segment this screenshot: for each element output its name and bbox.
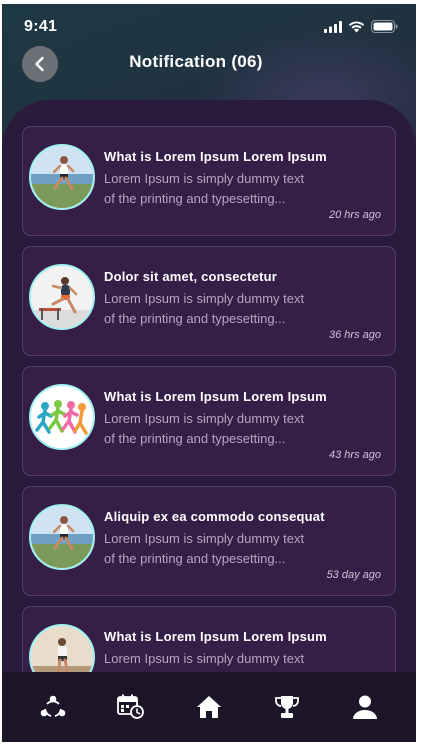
notification-list: What is Lorem Ipsum Lorem Ipsum Lorem Ip… <box>22 126 396 680</box>
notification-time: 36 hrs ago <box>329 329 381 341</box>
notification-body-line: of the printing and typesetting... <box>104 311 286 326</box>
notification-card[interactable]: What is Lorem Ipsum Lorem Ipsum Lorem Ip… <box>22 606 396 680</box>
profile-icon <box>353 695 377 719</box>
signal-icon <box>324 20 342 33</box>
calendar-schedule-icon <box>117 694 144 719</box>
notification-avatar <box>29 264 95 330</box>
page-title: Notification (06) <box>129 52 263 71</box>
notification-avatar <box>29 504 95 570</box>
nav-schedule[interactable] <box>107 683 155 731</box>
notification-card[interactable]: What is Lorem Ipsum Lorem Ipsum Lorem Ip… <box>22 126 396 236</box>
status-icons <box>324 20 398 33</box>
nav-trophy[interactable] <box>263 683 311 731</box>
runner-hurdle-image <box>31 266 93 328</box>
runner-beach-image <box>31 506 93 568</box>
notification-title: Dolor sit amet, consectetur <box>104 269 277 284</box>
home-icon <box>197 696 221 718</box>
notification-body-line: Lorem Ipsum is simply dummy text <box>104 531 305 546</box>
bottom-nav <box>2 672 416 742</box>
phone-screen: 9:41 Notification (06) What is Lorem Ips… <box>2 4 416 742</box>
notification-body-line: Lorem Ipsum is simply dummy text <box>104 291 305 306</box>
notification-title: What is Lorem Ipsum Lorem Ipsum <box>104 389 327 404</box>
community-icon <box>40 695 66 717</box>
notification-body-line: of the printing and typesetting... <box>104 431 286 446</box>
notification-title: Aliquip ex ea commodo consequat <box>104 509 325 524</box>
runners-colorful-image <box>31 386 93 448</box>
status-bar: 9:41 <box>2 4 416 44</box>
notification-card[interactable]: What is Lorem Ipsum Lorem Ipsum Lorem Ip… <box>22 366 396 476</box>
battery-icon <box>371 20 398 33</box>
notifications-sheet: What is Lorem Ipsum Lorem Ipsum Lorem Ip… <box>2 100 416 680</box>
notification-body-line: Lorem Ipsum is simply dummy text <box>104 651 305 666</box>
notification-title: What is Lorem Ipsum Lorem Ipsum <box>104 149 327 164</box>
notification-body-line: Lorem Ipsum is simply dummy text <box>104 171 305 186</box>
status-time: 9:41 <box>24 18 58 35</box>
nav-community[interactable] <box>29 683 77 731</box>
notification-body: Lorem Ipsum is simply dummy text of the … <box>104 409 344 449</box>
notification-card[interactable]: Dolor sit amet, consectetur Lorem Ipsum … <box>22 246 396 356</box>
notification-body: Lorem Ipsum is simply dummy text of the … <box>104 169 344 209</box>
notification-body: Lorem Ipsum is simply dummy text of the … <box>104 529 344 569</box>
notification-avatar <box>29 144 95 210</box>
notification-card[interactable]: Aliquip ex ea commodo consequat Lorem Ip… <box>22 486 396 596</box>
nav-home[interactable] <box>185 683 233 731</box>
runner-beach-image <box>31 146 93 208</box>
nav-profile[interactable] <box>341 683 389 731</box>
notification-title: What is Lorem Ipsum Lorem Ipsum <box>104 629 327 644</box>
notification-time: 43 hrs ago <box>329 449 381 461</box>
notification-avatar <box>29 384 95 450</box>
wifi-icon <box>348 20 365 32</box>
notification-time: 20 hrs ago <box>329 209 381 221</box>
notification-body-line: of the printing and typesetting... <box>104 551 286 566</box>
notification-time: 53 day ago <box>326 569 381 581</box>
trophy-icon <box>275 696 299 718</box>
notification-body-line: Lorem Ipsum is simply dummy text <box>104 411 305 426</box>
notification-body: Lorem Ipsum is simply dummy text of the … <box>104 289 344 329</box>
notification-body-line: of the printing and typesetting... <box>104 191 286 206</box>
